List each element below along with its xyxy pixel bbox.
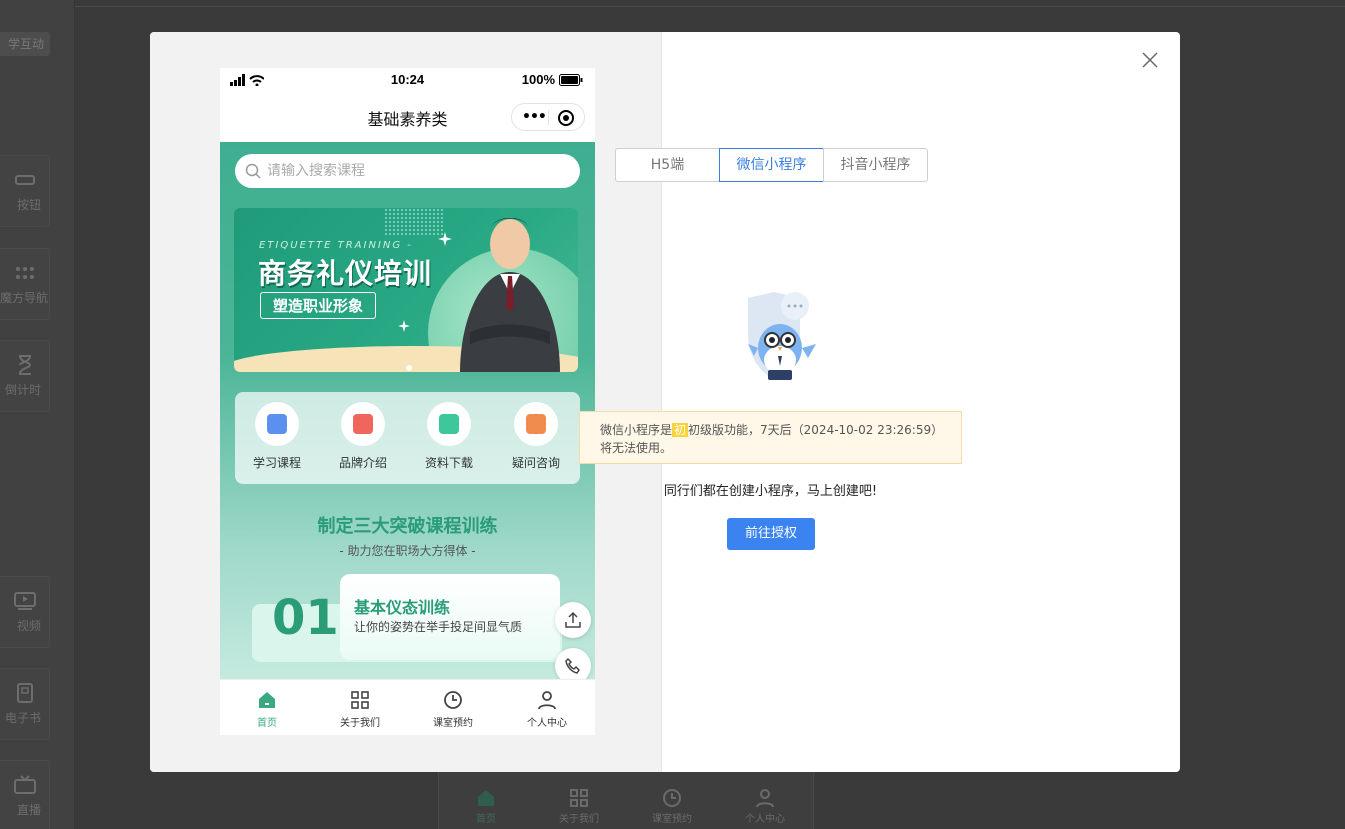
more-icon[interactable]: ••• (522, 109, 547, 125)
video-icon (13, 592, 36, 610)
banner-subtitle: 塑造职业形象 (260, 292, 377, 319)
search-input[interactable]: 请输入搜索课程 (235, 154, 580, 188)
grid-icon (570, 789, 588, 807)
button-icon (14, 175, 35, 185)
bg-card-video: 视频 (0, 576, 50, 648)
bg-tab-home: 首页 (451, 788, 521, 825)
share-icon (565, 611, 581, 628)
phone-preview: 10:24 100% 基础素养类 ••• 请输入搜索课程 ETIQUETTE T… (220, 68, 595, 735)
search-icon (245, 163, 261, 179)
brand-icon (341, 402, 385, 446)
quick-nav-courses[interactable]: 学习课程 (237, 402, 317, 471)
bg-tab-about: 关于我们 (544, 788, 614, 825)
bg-card-grid-nav: 魔方导航 (0, 248, 50, 320)
download-icon (427, 402, 471, 446)
battery-icon (559, 73, 583, 86)
card-desc: 让你的姿势在举手投足间显气质 (354, 620, 523, 634)
miniprogram-capsule[interactable]: ••• (511, 103, 585, 131)
card-title: 基本仪态训练 (354, 598, 451, 617)
tab-about[interactable]: 关于我们 (315, 690, 405, 729)
banner-title: 商务礼仪培训 (258, 257, 433, 290)
home-icon (478, 790, 494, 806)
banner-indicator[interactable] (406, 365, 412, 371)
quick-nav-downloads[interactable]: 资料下载 (409, 402, 489, 471)
user-icon (756, 789, 774, 808)
close-target-icon[interactable] (557, 109, 575, 127)
tv-icon (13, 775, 36, 794)
tab-wechat-miniprogram[interactable]: 微信小程序 (719, 148, 824, 182)
bg-card-ebook: 电子书 (0, 668, 50, 740)
bg-tag: 学互动 (0, 32, 50, 56)
bg-card-countdown: 倒计时 (0, 340, 50, 412)
bg-tab-booking: 课室预约 (637, 788, 707, 825)
consult-icon (514, 402, 558, 446)
clock-icon (663, 789, 681, 807)
owl-mascot-illustration (748, 292, 816, 380)
section-title: 制定三大突破课程训练 (317, 516, 498, 537)
quick-nav: 学习课程 品牌介绍 资料下载 疑问咨询 (235, 392, 580, 484)
card-number: 01 (272, 590, 339, 646)
sparkle-icon (438, 232, 452, 246)
home-content: 请输入搜索课程 ETIQUETTE TRAINING - 商务礼仪培训 塑造职业… (220, 142, 595, 684)
quick-nav-consult[interactable]: 疑问咨询 (496, 402, 576, 471)
banner-en: ETIQUETTE TRAINING - (259, 240, 413, 251)
publish-modal: 10:24 100% 基础素养类 ••• 请输入搜索课程 ETIQUETTE T… (150, 32, 1180, 772)
sparkle-icon (398, 320, 410, 332)
grid-dots-icon (15, 267, 34, 279)
tab-h5[interactable]: H5端 (615, 148, 720, 182)
section-subtitle: - 助力您在职场大方得体 - (339, 544, 476, 558)
grid-icon (351, 691, 369, 709)
businessman-image (460, 218, 560, 372)
bg-tab-profile: 个人中心 (730, 788, 800, 825)
notice-prefix: 微信小程序是 (600, 423, 673, 437)
ebook-icon (16, 683, 33, 703)
bg-preview-tabbar: 首页 关于我们 课室预约 个人中心 (438, 772, 814, 829)
course-card[interactable]: 01 基本仪态训练 让你的姿势在举手投足间显气质 (252, 574, 562, 662)
promo-banner[interactable]: ETIQUETTE TRAINING - 商务礼仪培训 塑造职业形象 (234, 208, 578, 372)
bg-card-button: 按钮 (0, 155, 50, 227)
status-bar: 10:24 100% (220, 68, 595, 92)
battery: 100% (522, 72, 583, 87)
preview-pane: 10:24 100% 基础素养类 ••• 请输入搜索课程 ETIQUETTE T… (150, 32, 662, 772)
user-icon (538, 691, 556, 710)
phone-icon (565, 657, 580, 674)
clock-icon (444, 691, 462, 709)
close-icon[interactable] (1140, 50, 1160, 70)
quick-nav-brand[interactable]: 品牌介绍 (323, 402, 403, 471)
course-icon (255, 402, 299, 446)
tab-home[interactable]: 首页 (222, 690, 312, 729)
bottom-tabbar: 首页 关于我们 课室预约 个人中心 (220, 679, 595, 735)
bg-divider (75, 6, 1345, 7)
home-icon (259, 692, 275, 708)
bg-component-sidebar: 学互动 按钮 魔方导航 倒计时 视频 电子书 直播 (0, 0, 75, 829)
tab-douyin-miniprogram[interactable]: 抖音小程序 (823, 148, 928, 182)
share-button[interactable] (555, 602, 591, 638)
create-hint: 同行们都在创建小程序，马上创建吧! (663, 484, 878, 499)
trial-notice: 微信小程序是初初级版功能，7天后（2024-10-02 23:26:59）将无法… (579, 411, 962, 464)
platform-tabs: H5端 微信小程序 抖音小程序 (615, 148, 928, 182)
hourglass-icon (18, 355, 31, 375)
tab-profile[interactable]: 个人中心 (502, 690, 592, 729)
version-badge: 初 (672, 423, 689, 437)
bg-card-live: 直播 (0, 760, 50, 829)
authorize-button[interactable]: 前往授权 (727, 518, 815, 550)
tab-booking[interactable]: 课室预约 (408, 690, 498, 729)
